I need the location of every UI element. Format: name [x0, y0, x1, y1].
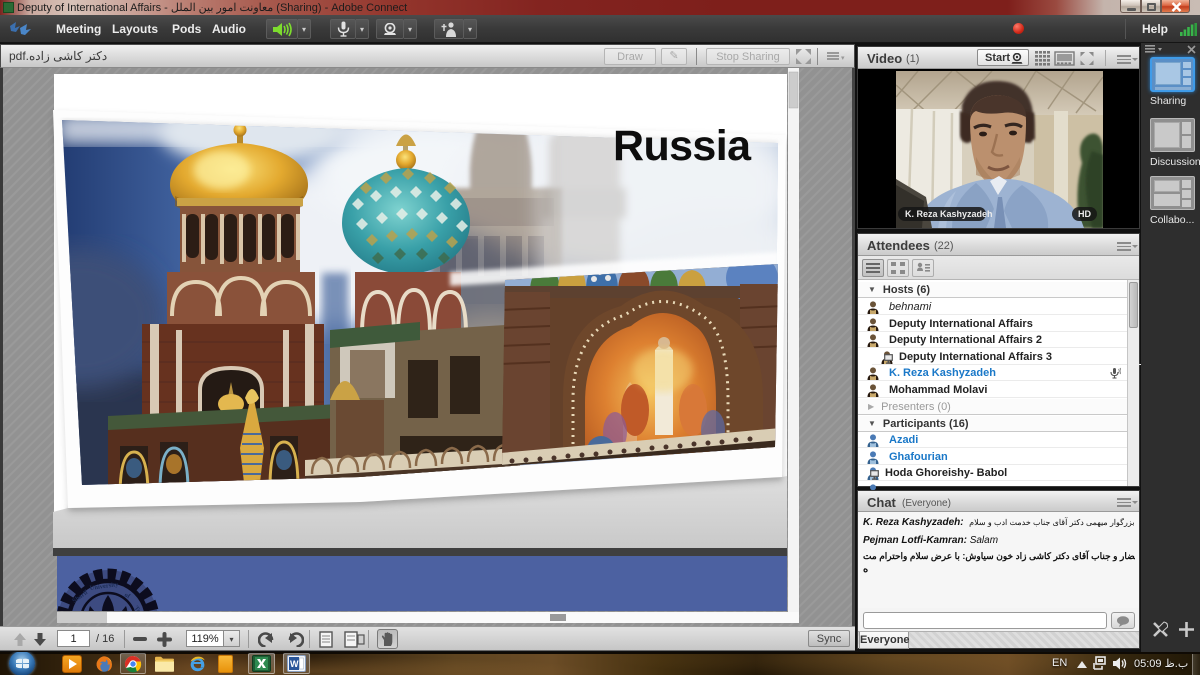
svg-text:HD: HD: [1078, 209, 1091, 219]
svg-text:Russia: Russia: [613, 122, 752, 170]
svg-text:K. Reza Kashyzadeh: K. Reza Kashyzadeh: [905, 209, 993, 219]
svg-text:W: W: [290, 659, 299, 669]
